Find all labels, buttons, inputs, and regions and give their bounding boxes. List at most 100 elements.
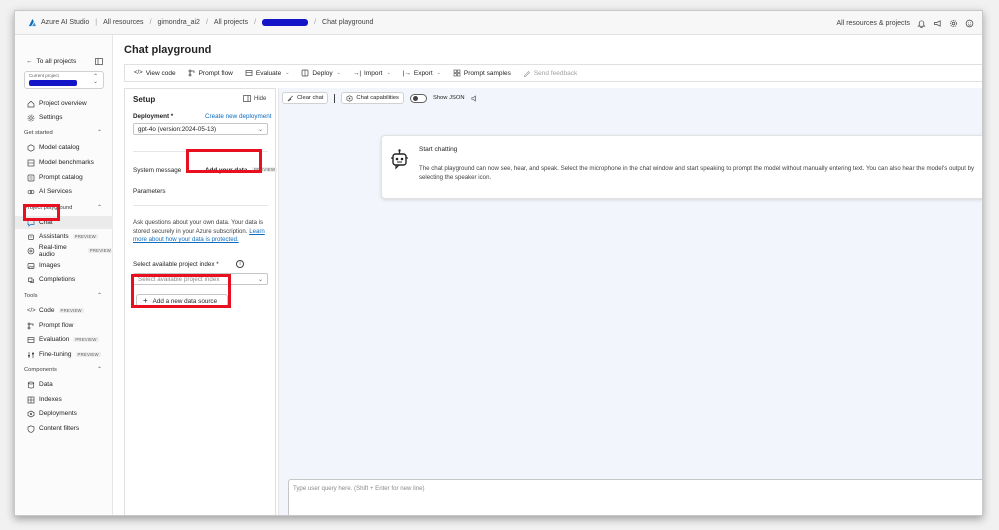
send-feedback-button[interactable]: Send feedback	[523, 69, 577, 77]
nav-item-prompt-catalog[interactable]: Prompt catalog	[15, 171, 113, 184]
broom-icon	[287, 95, 293, 101]
nav-item-model-catalog[interactable]: Model catalog	[15, 141, 113, 154]
chevron-up-icon[interactable]: ⌃	[97, 204, 102, 211]
app-name: Azure AI Studio	[41, 19, 90, 26]
index-icon	[27, 396, 35, 403]
bell-icon[interactable]	[917, 19, 926, 28]
prompt-flow-label: Prompt flow	[198, 69, 233, 77]
nav-item-code[interactable]: </> Code PREVIEW	[15, 304, 113, 317]
samples-icon	[453, 69, 461, 77]
nav-item-settings[interactable]: Settings	[15, 111, 113, 124]
breadcrumb-current-page: Chat playground	[322, 19, 374, 26]
show-json-toggle[interactable]	[409, 93, 427, 103]
chevron-up-icon[interactable]: ⌃	[97, 292, 102, 299]
deployment-label: Deployment *	[133, 113, 174, 120]
project-selector[interactable]: Current project ⌃ ⌄	[24, 71, 104, 89]
nav-item-content-filters[interactable]: Content filters	[15, 422, 113, 435]
nav-item-label: Fine-tuning	[39, 351, 72, 358]
nav-item-assistants[interactable]: Assistants PREVIEW	[15, 230, 113, 243]
chat-input[interactable]	[293, 485, 980, 492]
nav-item-deployments[interactable]: Deployments	[15, 407, 113, 420]
nav-item-prompt-flow[interactable]: Prompt flow	[15, 319, 113, 332]
tab-system-message[interactable]: System message	[133, 167, 181, 174]
speaker-icon[interactable]	[471, 94, 478, 102]
nav-item-fine-tuning[interactable]: Fine-tuning PREVIEW	[15, 348, 113, 361]
create-deployment-link[interactable]: Create new deployment	[205, 113, 272, 120]
chevron-up-icon[interactable]: ⌃	[97, 129, 102, 136]
breadcrumb-separator: |	[95, 19, 98, 26]
data-description: Ask questions about your own data. Your …	[133, 219, 273, 245]
export-icon: |→	[402, 69, 411, 77]
brand[interactable]: Azure AI Studio	[28, 18, 89, 27]
chevron-down-icon: ⌄	[386, 70, 391, 76]
deployment-select[interactable]: gpt-4o (version:2024-05-13) ⌄	[133, 123, 268, 135]
breadcrumb-separator: /	[205, 19, 208, 26]
back-to-all-projects[interactable]: ← To all projects	[15, 55, 113, 68]
chat-capabilities-label: Chat capabilities	[356, 95, 399, 101]
evaluate-dropdown[interactable]: Evaluate ⌄	[245, 69, 289, 77]
redacted-project-name[interactable]	[262, 19, 309, 26]
nav-item-ai-services[interactable]: AI Services	[15, 185, 113, 198]
deployment-value: gpt-4o (version:2024-05-13)	[138, 125, 217, 133]
collapse-panel-icon[interactable]	[95, 58, 103, 65]
completions-icon	[28, 277, 34, 283]
assistant-icon	[28, 234, 34, 240]
view-code-button[interactable]: </> View code	[134, 70, 176, 77]
evaluation-icon	[27, 336, 35, 343]
chat-input-box[interactable]	[288, 479, 982, 515]
breadcrumb-all-resources[interactable]: All resources	[103, 19, 143, 26]
nav-item-evaluation[interactable]: Evaluation PREVIEW	[15, 333, 113, 346]
nav-item-completions[interactable]: Completions	[15, 273, 113, 286]
nav-item-model-benchmarks[interactable]: Model benchmarks	[15, 156, 113, 169]
smiley-icon[interactable]	[965, 19, 974, 28]
nav-item-label: Real-time audio	[38, 243, 67, 258]
nav-item-label: Prompt flow	[39, 322, 74, 329]
setup-title: Setup	[133, 95, 156, 104]
start-chatting-title: Start chatting	[419, 146, 458, 153]
prompt-samples-button[interactable]: Prompt samples	[453, 69, 511, 77]
nav-item-label: Deployments	[39, 410, 77, 417]
shield-icon	[27, 424, 35, 433]
all-resources-projects-link[interactable]: All resources & projects	[836, 20, 910, 27]
tuning-icon	[28, 351, 34, 358]
nav-item-project-overview[interactable]: Project overview	[15, 97, 113, 110]
tab-parameters[interactable]: Parameters	[133, 188, 166, 195]
flow-icon	[27, 322, 34, 329]
gear-icon[interactable]	[949, 19, 958, 28]
clear-chat-button[interactable]: Clear chat	[282, 92, 329, 104]
app-window: Azure AI Studio | All resources / gimond…	[14, 10, 983, 516]
export-dropdown[interactable]: |→ Export ⌄	[403, 70, 441, 77]
import-label: Import	[364, 69, 383, 77]
capabilities-icon	[346, 94, 353, 102]
nav-item-indexes[interactable]: Indexes	[15, 393, 113, 406]
deployments-icon	[27, 410, 35, 417]
hide-setup-button[interactable]: Hide	[243, 95, 266, 102]
chat-capabilities-button[interactable]: Chat capabilities	[341, 92, 404, 104]
code-icon: </>	[27, 307, 36, 314]
breadcrumb-separator: /	[314, 19, 317, 26]
start-chatting-body: The chat playground can now see, hear, a…	[419, 165, 975, 181]
preview-badge: PREVIEW	[72, 234, 98, 239]
page-title: Chat playground	[124, 44, 212, 56]
description-text: Ask questions about your own data. Your …	[133, 219, 264, 235]
nav-item-data[interactable]: Data	[15, 378, 113, 391]
chevron-up-icon[interactable]: ⌃	[97, 366, 102, 373]
import-dropdown[interactable]: →| Import ⌄	[353, 70, 391, 77]
info-icon[interactable]: i	[236, 260, 244, 268]
deploy-dropdown[interactable]: Deploy ⌄	[301, 69, 341, 77]
page-toolbar: </> View code Prompt flow Evaluate ⌄ Dep…	[124, 64, 982, 82]
nav-item-images[interactable]: Images	[15, 259, 113, 272]
project-index-label: Select available project index *	[133, 261, 219, 268]
bot-icon	[391, 149, 408, 170]
section-header-components: Components	[24, 367, 57, 373]
megaphone-icon[interactable]	[933, 19, 942, 28]
preview-badge: PREVIEW	[75, 352, 101, 357]
highlight-add-your-data-tab	[186, 149, 262, 173]
nav-item-label: Project overview	[39, 100, 87, 107]
hide-label: Hide	[254, 95, 267, 102]
breadcrumb-all-projects[interactable]: All projects	[214, 19, 248, 26]
breadcrumb-resource[interactable]: gimondra_ai2	[158, 19, 200, 26]
nav-item-real-time-audio[interactable]: Real-time audio PREVIEW	[15, 243, 113, 258]
prompt-flow-button[interactable]: Prompt flow	[188, 69, 233, 77]
chat-area: Clear chat Chat capabilities Show JSON S…	[278, 88, 982, 515]
